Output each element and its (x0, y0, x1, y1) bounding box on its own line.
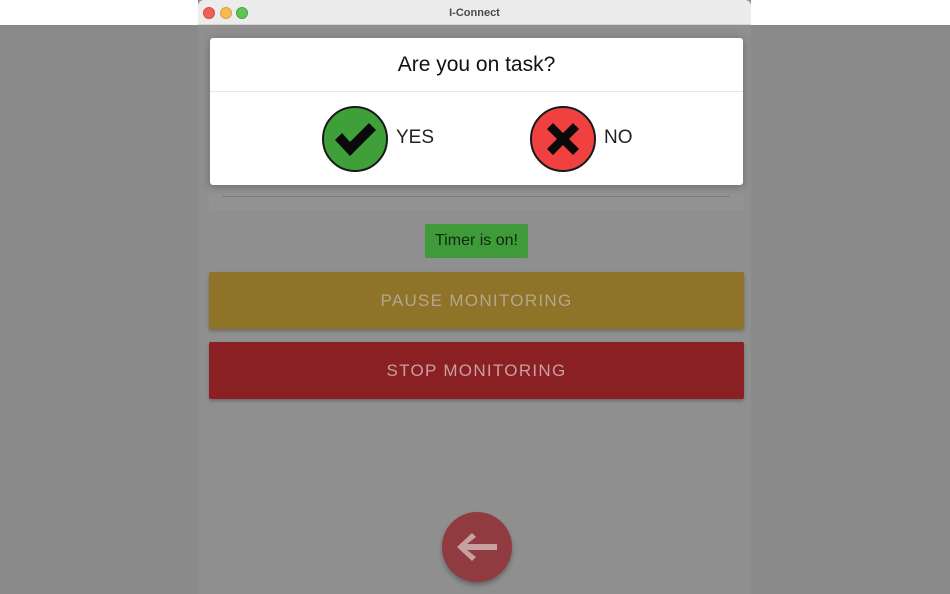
arrow-left-icon (457, 533, 497, 561)
x-mark-icon (530, 106, 596, 172)
stop-monitoring-button[interactable]: STOP MONITORING (209, 342, 744, 399)
pause-monitoring-button[interactable]: PAUSE MONITORING (209, 272, 744, 329)
background-card (209, 185, 744, 210)
on-task-dialog: Are you on task? YES NO (210, 38, 743, 185)
no-label: NO (604, 127, 633, 148)
yes-label: YES (396, 127, 435, 148)
yes-button[interactable]: YES (322, 106, 434, 172)
desktop-background (751, 0, 950, 25)
divider (222, 196, 730, 197)
back-button[interactable] (442, 512, 512, 582)
desktop-background (0, 0, 198, 25)
dialog-question: Are you on task? (210, 38, 743, 92)
timer-status-badge: Timer is on! (425, 224, 528, 258)
no-button[interactable]: NO (530, 106, 634, 172)
checkmark-icon (322, 106, 388, 172)
window-title: I-Connect (449, 7, 500, 19)
